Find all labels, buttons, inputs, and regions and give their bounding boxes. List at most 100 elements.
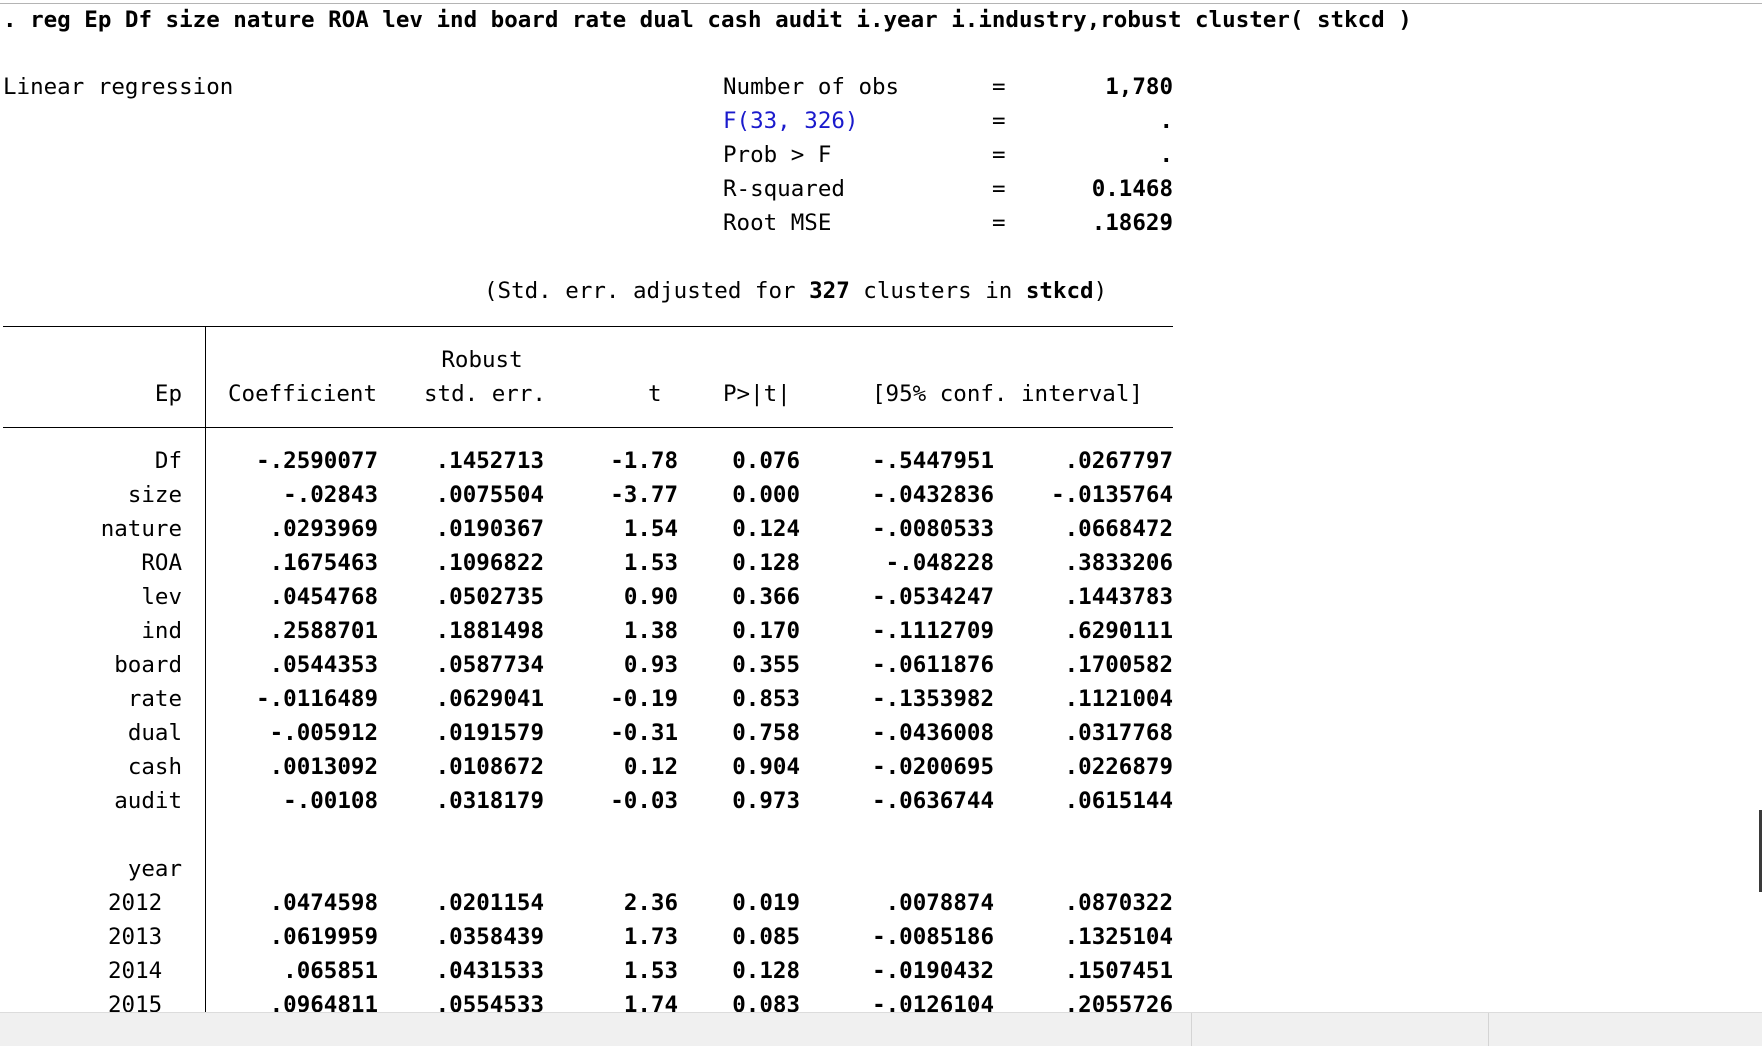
status-separator: [1191, 1013, 1192, 1046]
row-label: audit: [114, 788, 182, 814]
header-robust: Robust: [441, 347, 523, 373]
cell-p-value: 0.076: [732, 448, 800, 474]
cell-std-err: .0431533: [435, 958, 544, 984]
cell-t-stat: 0.90: [623, 584, 678, 610]
stat-value: 1,780: [1105, 74, 1173, 100]
cell-std-err: .0190367: [435, 516, 544, 542]
cell-p-value: 0.124: [732, 516, 800, 542]
cell-ci-upper: .1325104: [1064, 924, 1173, 950]
row-label: 2012: [108, 890, 163, 916]
cell-t-stat: 1.38: [623, 618, 678, 644]
cell-ci-upper: .2055726: [1064, 992, 1173, 1012]
cell-ci-lower: -.0080533: [872, 516, 994, 542]
cell-std-err: .0554533: [435, 992, 544, 1012]
stat-equals: =: [992, 108, 1006, 134]
cell-ci-lower: -.0436008: [872, 720, 994, 746]
cell-coefficient: .0964811: [269, 992, 378, 1012]
row-label: rate: [127, 686, 182, 712]
cluster-count: 327: [809, 278, 850, 304]
row-label: board: [114, 652, 182, 678]
cell-ci-lower: -.1353982: [872, 686, 994, 712]
results-window: . reg Ep Df size nature ROA lev ind boar…: [0, 0, 1762, 1012]
cell-std-err: .1881498: [435, 618, 544, 644]
cell-ci-upper: .0317768: [1064, 720, 1173, 746]
cell-p-value: 0.000: [732, 482, 800, 508]
cell-coefficient: -.02843: [283, 482, 378, 508]
stat-label[interactable]: F(33, 326): [723, 104, 858, 138]
cell-ci-upper: -.0135764: [1051, 482, 1173, 508]
row-label: 2014: [108, 958, 163, 984]
cell-ci-lower: -.0200695: [872, 754, 994, 780]
cell-p-value: 0.973: [732, 788, 800, 814]
cell-p-value: 0.019: [732, 890, 800, 916]
cell-ci-lower: .0078874: [885, 890, 994, 916]
cell-ci-lower: -.0534247: [872, 584, 994, 610]
stat-label: Root MSE: [723, 210, 832, 236]
factor-label-year: year: [127, 856, 182, 882]
row-label: Df: [154, 448, 182, 474]
header-conf-interval: [95% conf. interval]: [872, 381, 1143, 407]
row-label: 2015: [108, 992, 163, 1012]
cell-ci-upper: .0615144: [1064, 788, 1173, 814]
cell-coefficient: -.005912: [269, 720, 378, 746]
cell-ci-upper: .1507451: [1064, 958, 1173, 984]
cell-ci-upper: .1700582: [1064, 652, 1173, 678]
header-p: P>|t|: [723, 381, 791, 407]
cell-std-err: .0075504: [435, 482, 544, 508]
stat-equals: =: [992, 176, 1006, 202]
stat-value: .: [1159, 142, 1173, 168]
header-coefficient: Coefficient: [228, 381, 378, 407]
cell-std-err: .0358439: [435, 924, 544, 950]
cell-p-value: 0.170: [732, 618, 800, 644]
cell-t-stat: -0.03: [610, 788, 678, 814]
row-label: size: [127, 482, 182, 508]
cell-ci-upper: .1443783: [1064, 584, 1173, 610]
cell-t-stat: 1.53: [623, 550, 678, 576]
cell-p-value: 0.083: [732, 992, 800, 1012]
status-bar: [0, 1012, 1762, 1046]
cluster-note-middle: clusters in: [849, 278, 1026, 304]
stat-label: Prob > F: [723, 142, 832, 168]
cell-p-value: 0.128: [732, 958, 800, 984]
stat-label: R-squared: [723, 176, 845, 202]
cell-ci-upper: .6290111: [1064, 618, 1173, 644]
cluster-note-prefix: (Std. err. adjusted for: [484, 278, 810, 304]
cell-t-stat: 1.73: [623, 924, 678, 950]
cell-p-value: 0.366: [732, 584, 800, 610]
cell-ci-upper: .0226879: [1064, 754, 1173, 780]
cell-std-err: .1452713: [435, 448, 544, 474]
cell-std-err: .0108672: [435, 754, 544, 780]
cell-p-value: 0.758: [732, 720, 800, 746]
cell-p-value: 0.904: [732, 754, 800, 780]
table-header-rule: [3, 427, 1173, 428]
cell-t-stat: 0.12: [623, 754, 678, 780]
cell-t-stat: -3.77: [610, 482, 678, 508]
cell-t-stat: 1.54: [623, 516, 678, 542]
header-std-err: std. err.: [424, 381, 546, 407]
cell-coefficient: .065851: [283, 958, 378, 984]
cell-t-stat: 1.53: [623, 958, 678, 984]
cell-t-stat: 1.74: [623, 992, 678, 1012]
model-title: Linear regression: [3, 74, 234, 100]
row-label: nature: [100, 516, 182, 542]
cell-ci-lower: -.5447951: [872, 448, 994, 474]
cell-std-err: .1096822: [435, 550, 544, 576]
cell-p-value: 0.128: [732, 550, 800, 576]
command-line: . reg Ep Df size nature ROA lev ind boar…: [3, 7, 1412, 33]
cell-t-stat: 2.36: [623, 890, 678, 916]
cell-t-stat: 0.93: [623, 652, 678, 678]
stat-equals: =: [992, 74, 1006, 100]
cell-std-err: .0191579: [435, 720, 544, 746]
cluster-var: stkcd: [1025, 278, 1094, 304]
cell-coefficient: -.0116489: [256, 686, 378, 712]
cell-ci-upper: .0668472: [1064, 516, 1173, 542]
cell-coefficient: .0293969: [269, 516, 378, 542]
table-top-rule: [3, 326, 1173, 327]
status-separator: [1488, 1013, 1489, 1046]
stat-value: 0.1468: [1091, 176, 1173, 202]
cell-std-err: .0629041: [435, 686, 544, 712]
header-depvar: Ep: [154, 381, 182, 407]
row-label: ind: [141, 618, 182, 644]
stat-equals: =: [992, 210, 1006, 236]
cell-coefficient: .0474598: [269, 890, 378, 916]
